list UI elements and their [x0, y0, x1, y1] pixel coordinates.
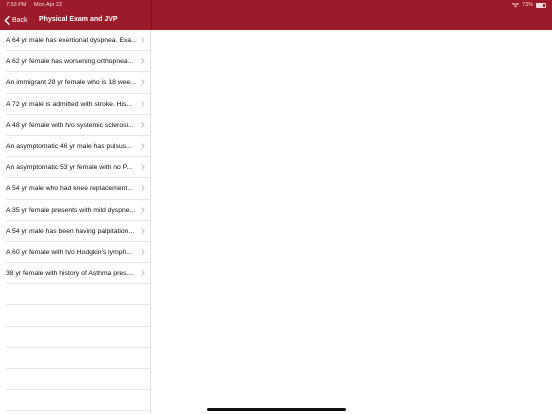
list-item[interactable]: A 54 yr male has been having palpitation…: [0, 221, 150, 243]
battery-icon: [536, 2, 546, 8]
chevron-right-icon: [141, 100, 145, 107]
chevron-left-icon: [4, 15, 10, 25]
status-left: 7:53 PM Mon Apr 22: [6, 2, 68, 8]
empty-row: [0, 305, 150, 327]
list-item[interactable]: A 72 yr male is admitted with stroke. Hi…: [0, 94, 150, 115]
empty-row: [0, 327, 150, 349]
list-item[interactable]: A 54 yr male who had knee replacement...: [0, 178, 150, 200]
list-item-label: A 60 yr female with h/o Hodgkin's lymph.…: [6, 248, 132, 256]
chevron-right-icon: [141, 164, 145, 170]
status-bar: 7:53 PM Mon Apr 22 73%: [0, 0, 552, 10]
empty-row: [0, 348, 150, 370]
empty-row: [0, 390, 150, 412]
list-item[interactable]: An asymptomatic 53 yr female with no P..…: [0, 157, 150, 179]
list-item-label: An immigrant 28 yr female who is 18 wee.…: [6, 79, 136, 87]
list-item-label: A 35 yr female presents with mild dyspne…: [6, 206, 136, 214]
chevron-right-icon: [141, 270, 145, 276]
battery-level: [537, 3, 543, 7]
chevron-right-icon: [141, 79, 145, 86]
list-item[interactable]: A 60 yr female with h/o Hodgkin's lymph.…: [0, 242, 150, 264]
navigation-bar: Back Physical Exam and JVP: [0, 10, 552, 30]
list-item[interactable]: A 62 yr female has worsening orthopnea..…: [0, 51, 150, 73]
empty-row: [0, 284, 150, 306]
list-item[interactable]: 38 yr female with history of Asthma pres…: [0, 263, 150, 285]
wifi-icon: [511, 2, 519, 7]
split-divider: [151, 0, 152, 30]
chevron-right-icon: [141, 227, 145, 234]
list-item[interactable]: A 35 yr female presents with mild dyspne…: [0, 200, 150, 221]
status-date: Mon Apr 22: [34, 2, 63, 8]
page-title: Physical Exam and JVP: [39, 16, 118, 23]
status-time: 7:53 PM: [6, 2, 27, 8]
status-right: 73%: [511, 2, 546, 8]
chevron-right-icon: [141, 58, 145, 64]
back-button[interactable]: Back: [4, 12, 28, 28]
back-label: Back: [12, 16, 28, 24]
empty-row: [0, 369, 150, 391]
battery-percent: 73%: [521, 2, 533, 8]
list-item[interactable]: A 64 yr male has exertional dyspnea. Exa…: [0, 30, 150, 52]
list-item[interactable]: An asymptomatic 46 yr male has pulsus...: [0, 136, 150, 158]
chevron-right-icon: [141, 122, 145, 128]
chevron-right-icon: [141, 185, 145, 192]
chevron-right-icon: [141, 37, 145, 43]
chevron-right-icon: [141, 249, 145, 255]
list-item-label: A 54 yr male has been having palpitation…: [6, 227, 135, 235]
list-item-label: 38 yr female with history of Asthma pres…: [6, 270, 133, 278]
question-list: A 64 yr male has exertional dyspnea. Exa…: [0, 30, 151, 414]
list-item[interactable]: A 48 yr female with h/o systemic scleros…: [0, 115, 150, 137]
list-item-label: A 72 yr male is admitted with stroke. Hi…: [6, 100, 133, 108]
list-item[interactable]: An immigrant 28 yr female who is 18 wee.…: [0, 72, 150, 94]
list-item-label: A 64 yr male has exertional dyspnea. Exa…: [6, 37, 137, 45]
chevron-right-icon: [141, 206, 145, 213]
list-item-label: A 54 yr male who had knee replacement...: [6, 185, 133, 193]
list-item-label: An asymptomatic 46 yr male has pulsus...: [6, 143, 132, 151]
list-item-label: A 62 yr female has worsening orthopnea..…: [6, 58, 134, 66]
list-item-label: A 48 yr female with h/o systemic scleros…: [6, 121, 134, 129]
home-indicator[interactable]: [207, 408, 346, 411]
list-item-label: An asymptomatic 53 yr female with no P..…: [6, 164, 133, 172]
chevron-right-icon: [141, 143, 145, 149]
